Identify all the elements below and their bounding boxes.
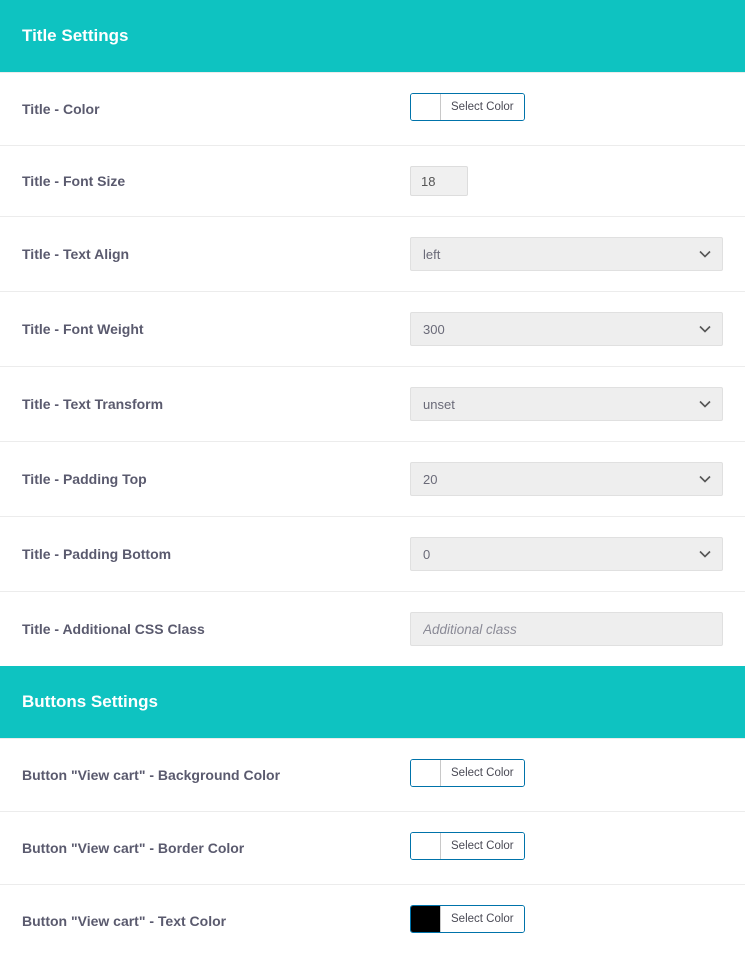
label-title-font-size: Title - Font Size: [22, 173, 410, 189]
row-title-color: Title - Color Select Color: [0, 72, 745, 146]
color-swatch: [411, 94, 441, 120]
section-header-buttons-settings: Buttons Settings: [0, 666, 745, 738]
select-value: left: [423, 247, 440, 262]
row-viewcart-text-color: Button "View cart" - Text Color Select C…: [0, 885, 745, 957]
color-picker-label: Select Color: [441, 760, 524, 786]
label-title-color: Title - Color: [22, 101, 410, 117]
select-title-padding-top[interactable]: 20: [410, 462, 723, 496]
color-swatch: [411, 833, 441, 859]
color-picker-viewcart-border[interactable]: Select Color: [410, 832, 525, 860]
label-title-font-weight: Title - Font Weight: [22, 321, 410, 337]
select-value: 20: [423, 472, 437, 487]
label-title-css-class: Title - Additional CSS Class: [22, 621, 410, 637]
row-viewcart-bg-color: Button "View cart" - Background Color Se…: [0, 738, 745, 812]
color-picker-viewcart-text[interactable]: Select Color: [410, 905, 525, 933]
label-title-text-align: Title - Text Align: [22, 246, 410, 262]
select-title-text-transform[interactable]: unset: [410, 387, 723, 421]
label-title-padding-bottom: Title - Padding Bottom: [22, 546, 410, 562]
row-viewcart-border-color: Button "View cart" - Border Color Select…: [0, 812, 745, 885]
label-viewcart-text-color: Button "View cart" - Text Color: [22, 913, 410, 929]
color-swatch: [411, 760, 441, 786]
select-value: unset: [423, 397, 455, 412]
label-viewcart-border-color: Button "View cart" - Border Color: [22, 840, 410, 856]
label-viewcart-bg-color: Button "View cart" - Background Color: [22, 767, 410, 783]
input-title-font-size[interactable]: [410, 166, 468, 196]
color-picker-viewcart-bg[interactable]: Select Color: [410, 759, 525, 787]
row-title-font-size: Title - Font Size: [0, 146, 745, 217]
row-title-font-weight: Title - Font Weight 300: [0, 292, 745, 367]
row-title-padding-top: Title - Padding Top 20: [0, 442, 745, 517]
input-title-css-class[interactable]: [410, 612, 723, 646]
row-title-text-align: Title - Text Align left: [0, 217, 745, 292]
row-title-css-class: Title - Additional CSS Class: [0, 592, 745, 666]
color-picker-label: Select Color: [441, 833, 524, 859]
label-title-padding-top: Title - Padding Top: [22, 471, 410, 487]
row-title-padding-bottom: Title - Padding Bottom 0: [0, 517, 745, 592]
color-picker-label: Select Color: [441, 94, 524, 120]
color-picker-title-color[interactable]: Select Color: [410, 93, 525, 121]
select-title-font-weight[interactable]: 300: [410, 312, 723, 346]
section-header-title-settings: Title Settings: [0, 0, 745, 72]
color-swatch: [411, 906, 441, 932]
row-title-text-transform: Title - Text Transform unset: [0, 367, 745, 442]
select-title-text-align[interactable]: left: [410, 237, 723, 271]
select-title-padding-bottom[interactable]: 0: [410, 537, 723, 571]
label-title-text-transform: Title - Text Transform: [22, 396, 410, 412]
select-value: 0: [423, 547, 430, 562]
color-picker-label: Select Color: [441, 906, 524, 932]
select-value: 300: [423, 322, 445, 337]
